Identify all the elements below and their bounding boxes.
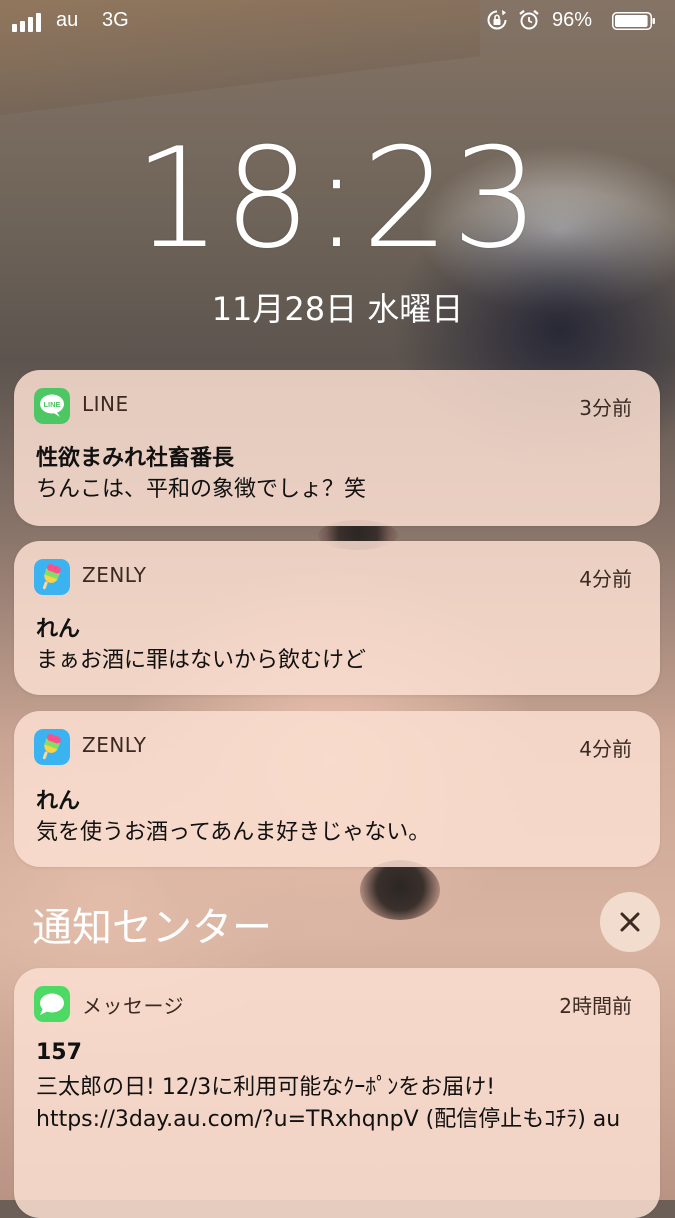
- notification-sender: 性欲まみれ社畜番長: [36, 446, 235, 471]
- status-bar: au 3G 96%: [0, 0, 675, 42]
- notification-app-name: ZENLY: [82, 563, 147, 587]
- notification-sender: れん: [36, 789, 81, 814]
- notification-message: まぁお酒に罪はないから飲むけど: [36, 648, 367, 673]
- rotation-lock-icon: [487, 10, 507, 30]
- notification-message: 気を使うお酒ってあんま好きじゃない。: [36, 820, 431, 845]
- notification-center-title: 通知センター: [32, 905, 272, 951]
- zenly-app-icon: [34, 559, 70, 595]
- notification-app-name: メッセージ: [82, 994, 185, 1018]
- lock-screen-time: 18:23: [133, 118, 542, 279]
- notification-card-zenly[interactable]: ZENLY 4分前 れん 気を使うお酒ってあんま好きじゃない。: [14, 711, 660, 867]
- notification-message: ちんこは、平和の象徴でしょ？笑: [36, 477, 367, 502]
- notification-time: 4分前: [579, 567, 632, 591]
- wallpaper-eye: [360, 860, 440, 920]
- notification-time: 4分前: [579, 737, 632, 761]
- messages-app-icon: [34, 986, 70, 1022]
- alarm-icon: [519, 9, 539, 30]
- notification-message: 三太郎の日! 12/3に利用可能なｸｰﾎﾟﾝをお届け! https://3day…: [36, 1075, 621, 1132]
- notification-card-zenly[interactable]: ZENLY 4分前 れん まぁお酒に罪はないから飲むけど: [14, 541, 660, 695]
- notification-sender: れん: [36, 617, 81, 642]
- clear-notifications-button[interactable]: [600, 892, 660, 952]
- network-type: 3G: [102, 9, 129, 31]
- notification-app-name: ZENLY: [82, 733, 147, 757]
- notification-sender: 157: [36, 1040, 82, 1065]
- close-icon: [620, 912, 640, 932]
- notification-app-name: LINE: [82, 392, 129, 416]
- battery-icon: [612, 12, 655, 30]
- lock-screen-date: 11月28日 水曜日: [211, 290, 464, 328]
- line-app-icon: LINE: [34, 388, 70, 424]
- notification-time: 3分前: [579, 396, 632, 420]
- notification-card-line[interactable]: LINE LINE 3分前 性欲まみれ社畜番長 ちんこは、平和の象徴でしょ？笑: [14, 370, 660, 526]
- battery-percent: 96%: [552, 9, 593, 31]
- carrier-name: au: [56, 9, 79, 31]
- svg-text:LINE: LINE: [43, 400, 60, 409]
- zenly-app-icon: [34, 729, 70, 765]
- notification-time: 2時間前: [559, 994, 632, 1018]
- notification-card-messages[interactable]: メッセージ 2時間前 157 三太郎の日! 12/3に利用可能なｸｰﾎﾟﾝをお届…: [14, 968, 660, 1218]
